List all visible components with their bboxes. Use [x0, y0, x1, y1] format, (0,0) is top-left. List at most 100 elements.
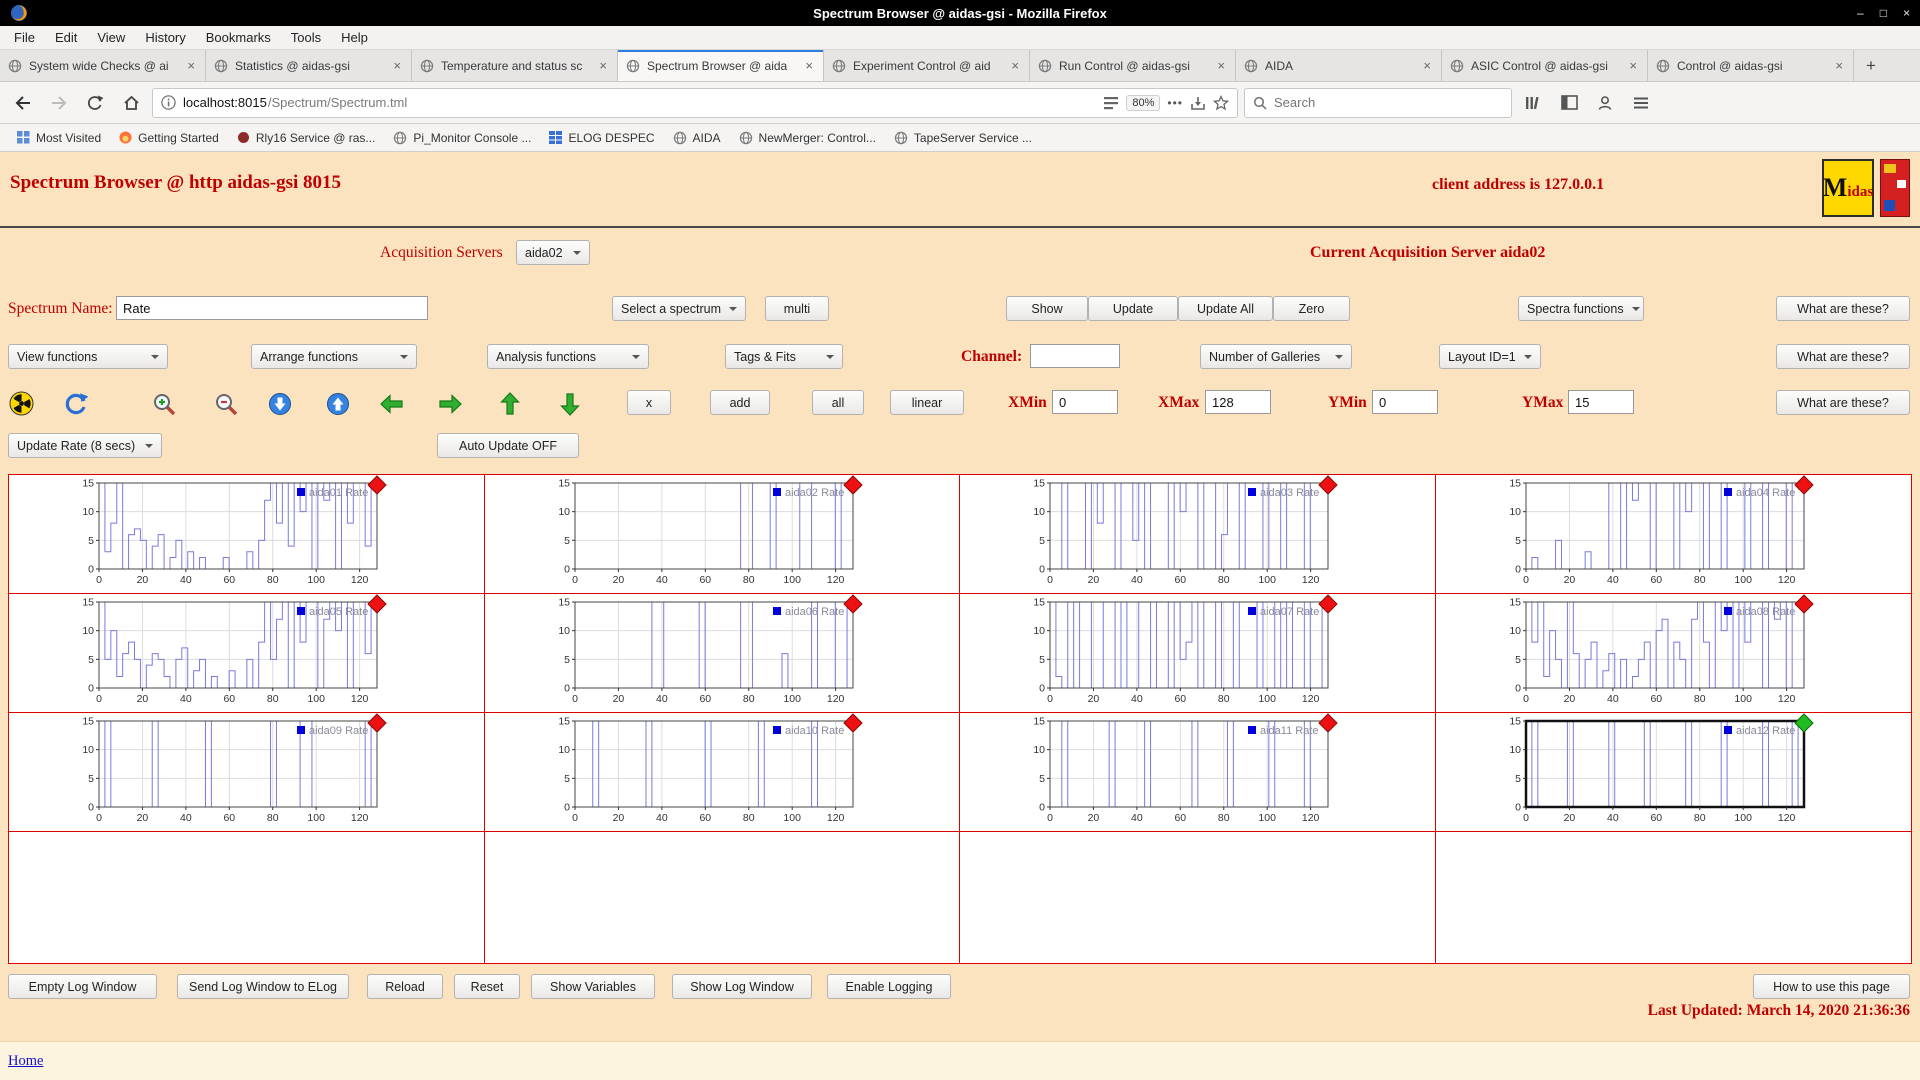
menu-view[interactable]: View [87, 28, 135, 47]
ymax-input[interactable] [1568, 390, 1634, 414]
bookmark-item-6[interactable]: AIDA [664, 128, 730, 148]
spectrum-plot[interactable]: 020406080100120051015aida01 Rate [65, 477, 401, 591]
tab-5[interactable]: Experiment Control @ aid× [824, 50, 1030, 81]
scale-down-icon[interactable] [266, 390, 293, 417]
bookmark-item-8[interactable]: TapeServer Service ... [885, 128, 1041, 148]
ymin-input[interactable] [1372, 390, 1438, 414]
multi-button[interactable]: multi [765, 296, 829, 321]
spectra-functions-dropdown[interactable]: Spectra functions [1518, 296, 1644, 321]
what-are-these-button-1[interactable]: What are these? [1776, 296, 1910, 321]
menu-history[interactable]: History [135, 28, 195, 47]
spectrum-plot[interactable]: 020406080100120051015aida12 Rate [1492, 715, 1828, 829]
gallery-cell-aida06[interactable]: 020406080100120051015aida06 Rate [485, 594, 961, 713]
tab-4[interactable]: Spectrum Browser @ aida× [618, 50, 824, 81]
home-button[interactable] [116, 88, 146, 118]
spectrum-plot[interactable]: 020406080100120051015aida03 Rate [1016, 477, 1352, 591]
layout-id-dropdown[interactable]: Layout ID=1 [1439, 344, 1541, 369]
spectrum-plot[interactable]: 020406080100120051015aida08 Rate [1492, 596, 1828, 710]
show-variables-button[interactable]: Show Variables [531, 974, 655, 999]
gallery-cell-aida10[interactable]: 020406080100120051015aida10 Rate [485, 713, 961, 832]
gallery-cell-aida07[interactable]: 020406080100120051015aida07 Rate [960, 594, 1436, 713]
analysis-functions-dropdown[interactable]: Analysis functions [487, 344, 649, 369]
search-input[interactable] [1274, 95, 1474, 110]
menu-file[interactable]: File [4, 28, 45, 47]
select-spectrum-dropdown[interactable]: Select a spectrum [612, 296, 746, 321]
tab-close-icon[interactable]: × [803, 58, 815, 73]
bookmark-item-2[interactable]: Getting Started [110, 128, 228, 148]
xmin-input[interactable] [1052, 390, 1118, 414]
move-up-icon[interactable] [496, 390, 523, 417]
gallery-cell-aida03[interactable]: 020406080100120051015aida03 Rate [960, 475, 1436, 594]
tab-close-icon[interactable]: × [391, 58, 403, 73]
tab-2[interactable]: Statistics @ aidas-gsi× [206, 50, 412, 81]
zoom-level[interactable]: 80% [1126, 95, 1160, 111]
menu-bookmarks[interactable]: Bookmarks [196, 28, 281, 47]
forward-button[interactable] [44, 88, 74, 118]
save-to-pocket-icon[interactable] [1190, 95, 1206, 111]
gallery-cell-aida05[interactable]: 020406080100120051015aida05 Rate [9, 594, 485, 713]
spectrum-name-input[interactable] [116, 296, 428, 320]
what-are-these-button-2[interactable]: What are these? [1776, 344, 1910, 369]
channel-input[interactable] [1030, 344, 1120, 368]
tab-close-icon[interactable]: × [1009, 58, 1021, 73]
tab-9[interactable]: Control @ aidas-gsi× [1648, 50, 1854, 81]
gallery-cell-aida01[interactable]: 020406080100120051015aida01 Rate [9, 475, 485, 594]
minimize-button[interactable]: – [1857, 6, 1864, 20]
gallery-cell-aida04[interactable]: 020406080100120051015aida04 Rate [1436, 475, 1912, 594]
sidebar-icon[interactable] [1554, 88, 1584, 118]
move-down-icon[interactable] [556, 390, 583, 417]
tab-close-icon[interactable]: × [1627, 58, 1639, 73]
spectrum-plot[interactable]: 020406080100120051015aida05 Rate [65, 596, 401, 710]
site-info-icon[interactable] [161, 95, 176, 110]
tab-8[interactable]: ASIC Control @ aidas-gsi× [1442, 50, 1648, 81]
zoom-in-icon[interactable] [150, 390, 177, 417]
gallery-cell-aida09[interactable]: 020406080100120051015aida09 Rate [9, 713, 485, 832]
reload-button[interactable]: Reload [367, 974, 443, 999]
refresh-icon[interactable] [62, 390, 89, 417]
midas-logo[interactable]: Midas [1822, 159, 1874, 217]
spectrum-plot[interactable]: 020406080100120051015aida10 Rate [541, 715, 877, 829]
tab-6[interactable]: Run Control @ aidas-gsi× [1030, 50, 1236, 81]
tab-close-icon[interactable]: × [185, 58, 197, 73]
facility-logo[interactable] [1880, 159, 1910, 217]
account-icon[interactable] [1590, 88, 1620, 118]
reset-button[interactable]: Reset [454, 974, 520, 999]
new-tab-button[interactable]: + [1854, 50, 1888, 81]
spectrum-plot[interactable]: 020406080100120051015aida04 Rate [1492, 477, 1828, 591]
tab-3[interactable]: Temperature and status sc× [412, 50, 618, 81]
gallery-cell-aida08[interactable]: 020406080100120051015aida08 Rate [1436, 594, 1912, 713]
search-bar[interactable] [1244, 88, 1512, 118]
bookmark-item-5[interactable]: ELOG DESPEC [540, 128, 663, 148]
update-all-button[interactable]: Update All [1178, 296, 1273, 321]
x-axis-button[interactable]: x [627, 390, 671, 415]
gallery-cell-aida12[interactable]: 020406080100120051015aida12 Rate [1436, 713, 1912, 832]
update-button[interactable]: Update [1088, 296, 1178, 321]
reader-view-icon[interactable] [1103, 95, 1119, 111]
tab-7[interactable]: AIDA× [1236, 50, 1442, 81]
show-log-window-button[interactable]: Show Log Window [672, 974, 812, 999]
spectrum-plot[interactable]: 020406080100120051015aida09 Rate [65, 715, 401, 829]
arrange-functions-dropdown[interactable]: Arrange functions [251, 344, 417, 369]
enable-logging-button[interactable]: Enable Logging [827, 974, 951, 999]
tab-close-icon[interactable]: × [1215, 58, 1227, 73]
update-rate-dropdown[interactable]: Update Rate (8 secs) [8, 433, 162, 458]
acquisition-server-dropdown[interactable]: aida02 [516, 240, 590, 265]
menu-edit[interactable]: Edit [45, 28, 87, 47]
linear-button[interactable]: linear [890, 390, 964, 415]
empty-log-window-button[interactable]: Empty Log Window [8, 974, 157, 999]
add-button[interactable]: add [710, 390, 770, 415]
spectrum-plot[interactable]: 020406080100120051015aida07 Rate [1016, 596, 1352, 710]
radiation-icon[interactable] [8, 390, 35, 417]
library-icon[interactable] [1518, 88, 1548, 118]
send-log-window-to-elog-button[interactable]: Send Log Window to ELog [177, 974, 349, 999]
home-link[interactable]: Home [8, 1053, 43, 1070]
page-actions-icon[interactable]: ••• [1167, 96, 1183, 110]
spectrum-plot[interactable]: 020406080100120051015aida11 Rate [1016, 715, 1352, 829]
back-button[interactable] [8, 88, 38, 118]
menu-icon[interactable] [1626, 88, 1656, 118]
move-right-icon[interactable] [436, 390, 463, 417]
bookmark-item-3[interactable]: Rly16 Service @ ras... [228, 128, 385, 148]
all-button[interactable]: all [812, 390, 864, 415]
reload-button[interactable] [80, 88, 110, 118]
close-button[interactable]: × [1903, 6, 1910, 20]
